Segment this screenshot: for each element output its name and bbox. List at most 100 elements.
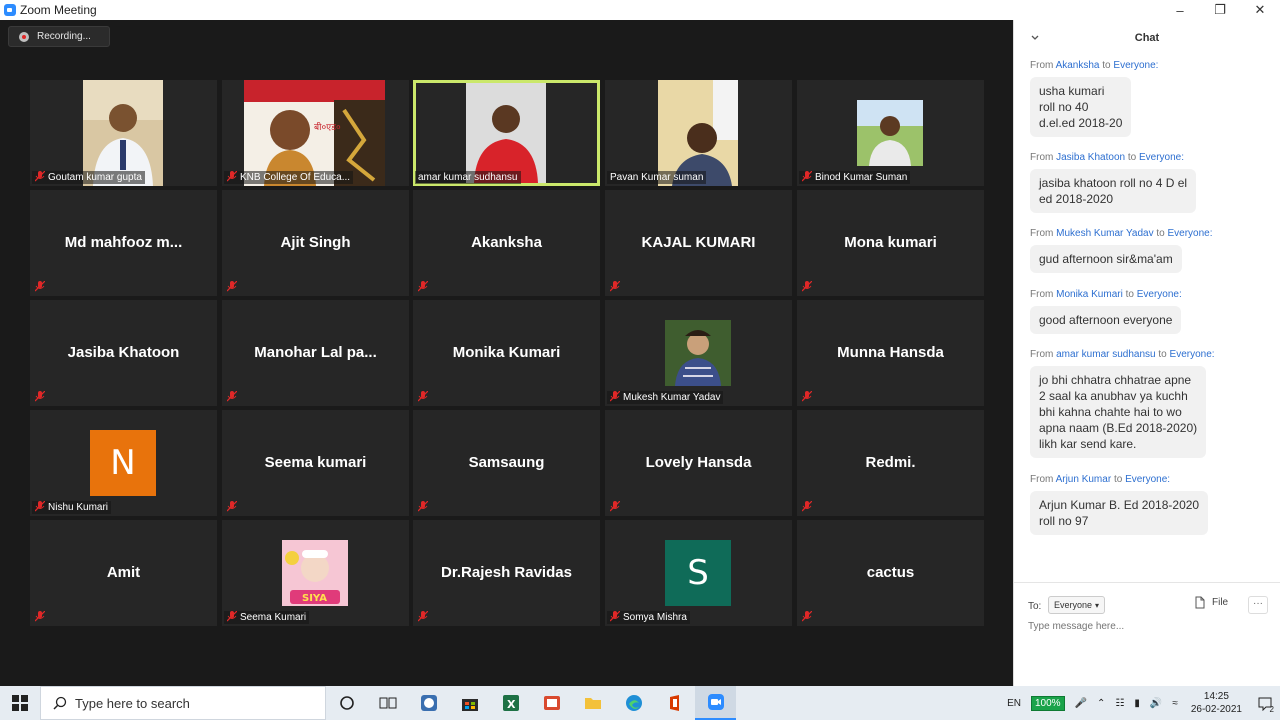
- participant-tile[interactable]: N Nishu Kumari: [30, 410, 217, 516]
- recipient-value: Everyone: [1054, 600, 1093, 610]
- participant-photo: [857, 100, 923, 166]
- participant-tile[interactable]: Monika Kumari: [413, 300, 600, 406]
- store-icon: [461, 699, 478, 711]
- close-button[interactable]: ✕: [1240, 0, 1280, 20]
- participant-tile[interactable]: Ajit Singh: [222, 190, 409, 296]
- participant-tile[interactable]: KAJAL KUMARI: [605, 190, 792, 296]
- participant-tile[interactable]: cactus: [797, 520, 984, 626]
- participant-tile[interactable]: Pavan Kumar suman: [605, 80, 792, 186]
- participant-tile[interactable]: Manohar Lal pa...: [222, 300, 409, 406]
- app-icon: [420, 695, 437, 711]
- chat-message: From Arjun Kumar to Everyone: Arjun Kuma…: [1030, 474, 1270, 535]
- participant-tile[interactable]: Akanksha: [413, 190, 600, 296]
- participant-tile[interactable]: Jasiba Khatoon: [30, 300, 217, 406]
- sender-name[interactable]: Arjun Kumar: [1056, 474, 1112, 485]
- search-icon: [53, 696, 67, 710]
- wifi-icon[interactable]: ≈: [1172, 698, 1178, 709]
- message-bubble: Arjun Kumar B. Ed 2018-2020 roll no 97: [1030, 491, 1209, 535]
- participant-name: Redmi.: [865, 454, 916, 471]
- participant-tile[interactable]: Md mahfooz m...: [30, 190, 217, 296]
- message-bubble: usha kumari roll no 40 d.el.ed 2018-20: [1030, 77, 1132, 137]
- taskbar-clock[interactable]: 14:25 26-02-2021: [1191, 690, 1242, 716]
- more-options-button[interactable]: ···: [1248, 596, 1268, 614]
- participant-tile[interactable]: Seema kumari: [222, 410, 409, 516]
- muted-mic-icon: [610, 611, 620, 622]
- participant-name: Mukesh Kumar Yadav: [607, 391, 724, 404]
- sender-name[interactable]: Mukesh Kumar Yadav: [1056, 228, 1153, 239]
- chevron-up-icon[interactable]: ⌃: [1097, 698, 1105, 709]
- notifications-button[interactable]: 2: [1250, 686, 1280, 720]
- participant-tile[interactable]: Mukesh Kumar Yadav: [605, 300, 792, 406]
- participant-tile[interactable]: Mona kumari: [797, 190, 984, 296]
- muted-mic-icon: [418, 611, 428, 622]
- participant-tile[interactable]: Samsaung: [413, 410, 600, 516]
- taskbar-file-explorer[interactable]: [572, 686, 613, 720]
- participant-photo: SIYA: [282, 540, 348, 606]
- participant-video: [466, 83, 546, 183]
- taskbar-zoom[interactable]: [695, 686, 736, 720]
- taskbar-office[interactable]: [654, 686, 695, 720]
- taskbar-excel[interactable]: X: [490, 686, 531, 720]
- participant-tile[interactable]: Munna Hansda: [797, 300, 984, 406]
- battery-percentage[interactable]: 100%: [1030, 695, 1065, 711]
- taskbar-app[interactable]: [408, 686, 449, 720]
- svg-text:SIYA: SIYA: [302, 593, 327, 604]
- sender-name[interactable]: amar kumar sudhansu: [1056, 349, 1156, 360]
- message-meta: From amar kumar sudhansu to Everyone:: [1030, 349, 1215, 360]
- windows-logo-icon: [12, 695, 28, 711]
- muted-mic-icon: [227, 171, 237, 182]
- to-label: To:: [1028, 601, 1042, 612]
- recording-indicator[interactable]: Recording...: [8, 26, 110, 47]
- muted-mic-icon: [227, 501, 237, 512]
- minimize-button[interactable]: –: [1160, 0, 1200, 20]
- file-button[interactable]: File: [1194, 596, 1228, 609]
- office-icon: [669, 695, 679, 711]
- taskbar-edge[interactable]: [613, 686, 654, 720]
- edge-icon: [625, 695, 642, 711]
- app-icon: [543, 696, 560, 710]
- taskbar-store[interactable]: [449, 686, 490, 720]
- network-icon[interactable]: ☷: [1115, 698, 1124, 709]
- muted-mic-icon: [802, 501, 812, 512]
- chat-title: Chat: [1134, 32, 1160, 44]
- participant-name: Binod Kumar Suman: [799, 171, 911, 184]
- participant-tile[interactable]: SIYA Seema Kumari: [222, 520, 409, 626]
- participant-tile[interactable]: S Somya Mishra: [605, 520, 792, 626]
- participant-tile[interactable]: बी०एड० KNB College Of Educa...: [222, 80, 409, 186]
- participant-tile[interactable]: Amit: [30, 520, 217, 626]
- start-button[interactable]: [0, 686, 40, 720]
- participant-photo: [665, 320, 731, 386]
- task-view-button[interactable]: [367, 686, 408, 720]
- taskbar-app-2[interactable]: [531, 686, 572, 720]
- sender-name[interactable]: Akanksha: [1056, 60, 1100, 71]
- sender-name[interactable]: Monika Kumari: [1056, 289, 1123, 300]
- cortana-button[interactable]: [326, 686, 367, 720]
- muted-mic-icon: [35, 501, 45, 512]
- participant-tile[interactable]: Binod Kumar Suman: [797, 80, 984, 186]
- chat-compose: To: Everyone ▾ File ···: [1014, 582, 1280, 686]
- notification-count: 2: [1269, 705, 1274, 714]
- maximize-button[interactable]: ❐: [1200, 0, 1240, 20]
- battery-icon[interactable]: ▮: [1134, 698, 1140, 709]
- participant-tile-active-speaker[interactable]: amar kumar sudhansu: [413, 80, 600, 186]
- message-meta: From Arjun Kumar to Everyone:: [1030, 474, 1171, 485]
- participant-tile[interactable]: Goutam kumar gupta: [30, 80, 217, 186]
- volume-icon[interactable]: 🔊: [1150, 698, 1162, 709]
- participant-tile[interactable]: Redmi.: [797, 410, 984, 516]
- participant-name: Md mahfooz m...: [64, 234, 183, 251]
- message-meta: From Jasiba Khatoon to Everyone:: [1030, 152, 1185, 163]
- recipient-dropdown[interactable]: Everyone ▾: [1048, 596, 1105, 614]
- taskbar-search-box[interactable]: Type here to search: [40, 686, 326, 720]
- input-language[interactable]: EN: [1007, 698, 1021, 709]
- participant-name: Munna Hansda: [837, 344, 944, 361]
- chat-message-input[interactable]: [1028, 621, 1258, 632]
- sender-name[interactable]: Jasiba Khatoon: [1056, 152, 1125, 163]
- message-bubble: good afternoon everyone: [1030, 306, 1182, 334]
- participant-name: Goutam kumar gupta: [32, 171, 145, 184]
- participant-tile[interactable]: Dr.Rajesh Ravidas: [413, 520, 600, 626]
- svg-text:बी०एड०: बी०एड०: [314, 121, 341, 133]
- participant-name: cactus: [866, 564, 915, 581]
- participant-tile[interactable]: Lovely Hansda: [605, 410, 792, 516]
- search-placeholder: Type here to search: [75, 695, 190, 711]
- microphone-icon[interactable]: 🎤: [1075, 698, 1087, 709]
